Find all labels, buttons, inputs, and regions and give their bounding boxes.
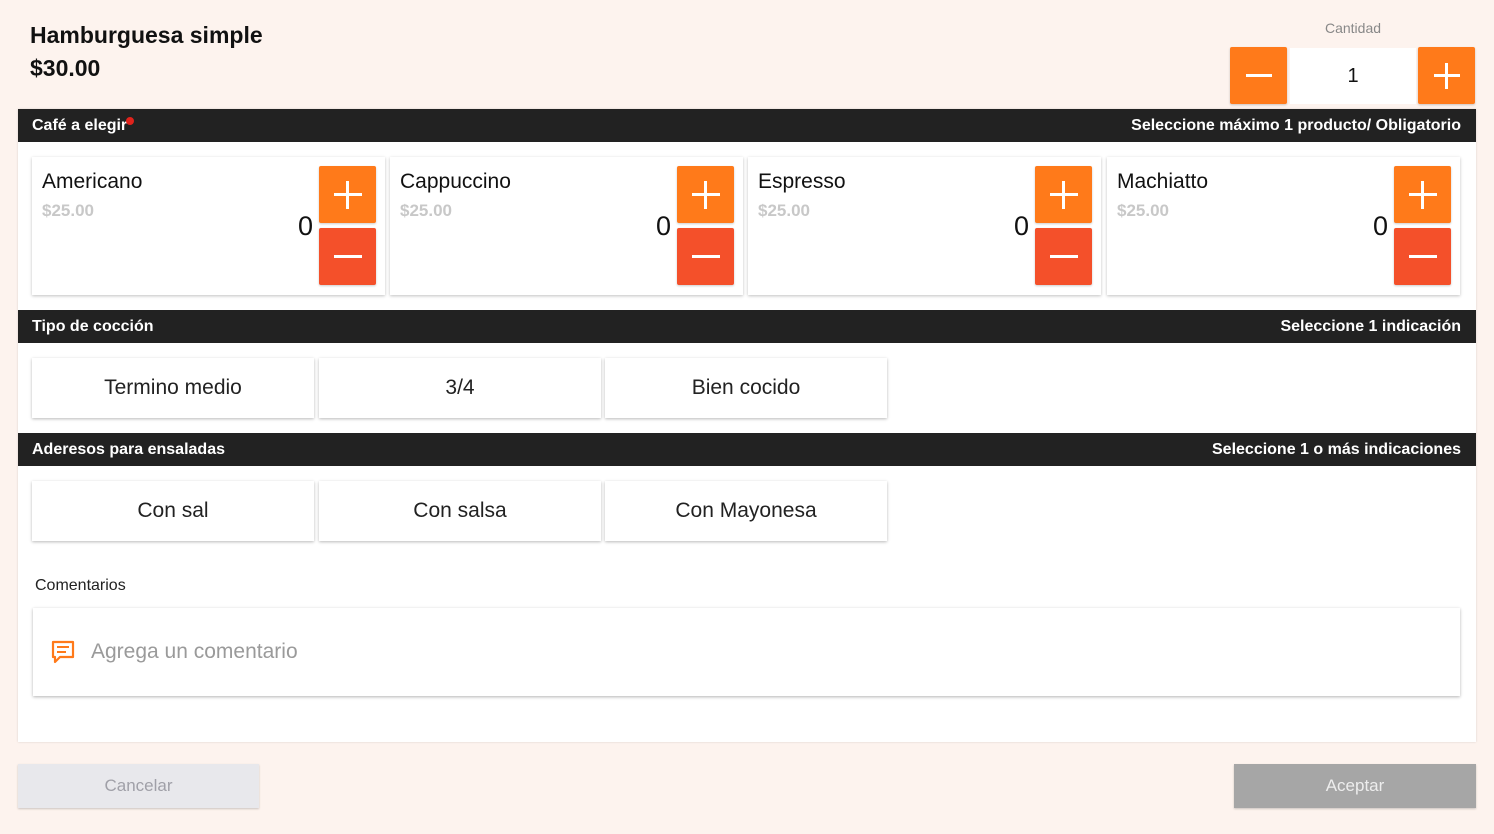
section-title-coffee: Café a elegir — [32, 117, 128, 134]
minus-icon — [1245, 74, 1272, 77]
coffee-add-button[interactable] — [319, 166, 376, 223]
plus-icon — [691, 180, 720, 209]
accept-button[interactable]: Aceptar — [1234, 764, 1476, 808]
coffee-count: 0 — [1372, 211, 1388, 241]
product-header: Hamburguesa simple $30.00 Cantidad 1 — [0, 0, 1494, 108]
product-name: Hamburguesa simple — [30, 22, 263, 48]
comment-placeholder: Agrega un comentario — [91, 640, 298, 663]
section-header-dressings: Aderesos para ensaladas Seleccione 1 o m… — [18, 433, 1476, 466]
product-price: $30.00 — [30, 55, 101, 81]
coffee-add-button[interactable] — [677, 166, 734, 223]
required-indicator-dot — [126, 117, 134, 125]
dressing-option[interactable]: Con Mayonesa — [605, 481, 887, 541]
coffee-name: Cappuccino — [400, 170, 511, 193]
section-title-cooking: Tipo de cocción — [32, 318, 154, 335]
quantity-decrement-button[interactable] — [1230, 47, 1287, 104]
coffee-price: $25.00 — [400, 201, 452, 220]
quantity-stepper: Cantidad 1 — [1230, 20, 1476, 104]
cooking-option[interactable]: Bien cocido — [605, 358, 887, 418]
quantity-increment-button[interactable] — [1418, 47, 1475, 104]
quantity-label: Cantidad — [1324, 20, 1382, 36]
cooking-option[interactable]: Termino medio — [32, 358, 314, 418]
section-header-coffee: Café a elegir Seleccione máximo 1 produc… — [18, 109, 1476, 142]
cooking-option[interactable]: 3/4 — [319, 358, 601, 418]
comment-icon — [51, 640, 75, 664]
coffee-name: Espresso — [758, 170, 846, 193]
minus-icon — [333, 255, 362, 258]
minus-icon — [1049, 255, 1078, 258]
coffee-price: $25.00 — [1117, 201, 1169, 220]
coffee-card-americano: Americano $25.00 0 — [32, 157, 385, 295]
options-panel: Café a elegir Seleccione máximo 1 produc… — [18, 109, 1476, 742]
minus-icon — [1408, 255, 1437, 258]
coffee-remove-button[interactable] — [677, 228, 734, 285]
section-rule-coffee: Seleccione máximo 1 producto/ Obligatori… — [1131, 117, 1461, 134]
minus-icon — [691, 255, 720, 258]
plus-icon — [1433, 62, 1460, 89]
quantity-value[interactable]: 1 — [1290, 48, 1416, 104]
section-rule-cooking: Seleccione 1 indicación — [1280, 318, 1461, 335]
coffee-remove-button[interactable] — [1035, 228, 1092, 285]
comments-label: Comentarios — [35, 577, 126, 594]
section-title-dressings: Aderesos para ensaladas — [32, 441, 225, 458]
coffee-remove-button[interactable] — [1394, 228, 1451, 285]
coffee-price: $25.00 — [42, 201, 94, 220]
section-rule-dressings: Seleccione 1 o más indicaciones — [1212, 441, 1461, 458]
plus-icon — [333, 180, 362, 209]
plus-icon — [1049, 180, 1078, 209]
cancel-button[interactable]: Cancelar — [18, 764, 259, 808]
coffee-price: $25.00 — [758, 201, 810, 220]
coffee-count: 0 — [655, 211, 671, 241]
coffee-count: 0 — [297, 211, 313, 241]
section-header-cooking: Tipo de cocción Seleccione 1 indicación — [18, 310, 1476, 343]
coffee-add-button[interactable] — [1394, 166, 1451, 223]
coffee-remove-button[interactable] — [319, 228, 376, 285]
coffee-name: Americano — [42, 170, 143, 193]
coffee-name: Machiatto — [1117, 170, 1209, 193]
comment-input[interactable]: Agrega un comentario — [33, 608, 1460, 696]
dressing-option[interactable]: Con sal — [32, 481, 314, 541]
coffee-card-espresso: Espresso $25.00 0 — [748, 157, 1101, 295]
coffee-card-machiatto: Machiatto $25.00 0 — [1107, 157, 1460, 295]
plus-icon — [1408, 180, 1437, 209]
coffee-card-cappuccino: Cappuccino $25.00 0 — [390, 157, 743, 295]
coffee-add-button[interactable] — [1035, 166, 1092, 223]
dressing-option[interactable]: Con salsa — [319, 481, 601, 541]
coffee-count: 0 — [1013, 211, 1029, 241]
